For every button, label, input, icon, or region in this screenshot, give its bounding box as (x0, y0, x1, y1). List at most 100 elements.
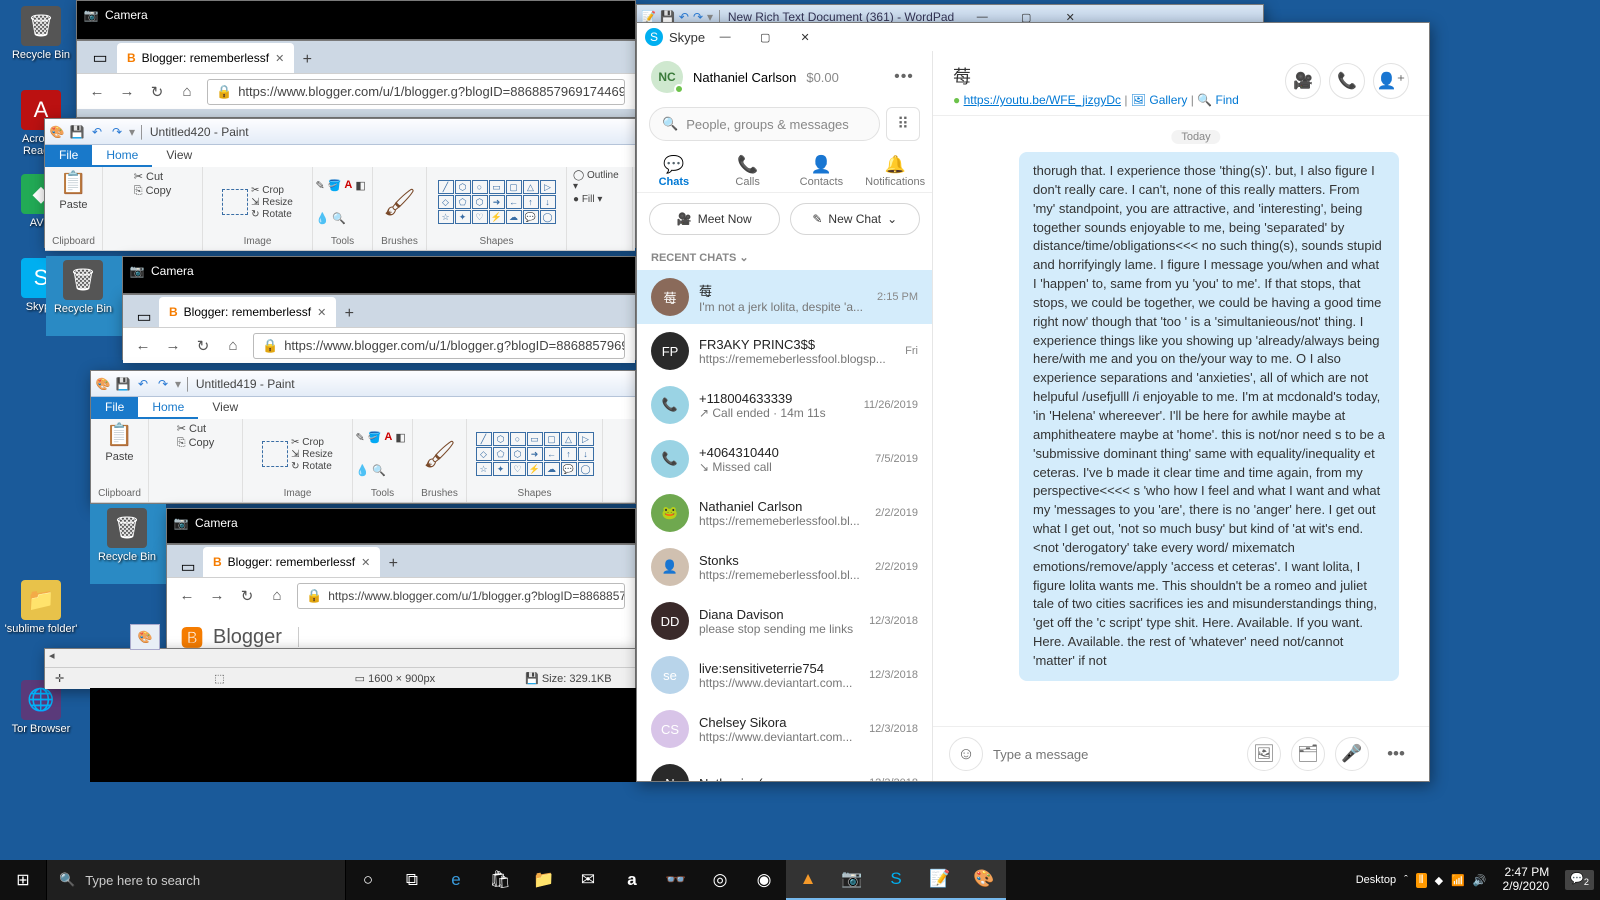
home-icon[interactable]: ⌂ (267, 586, 287, 606)
taskbar-clock[interactable]: 2:47 PM2/9/2020 (1494, 866, 1557, 894)
forward-icon[interactable]: → (163, 336, 183, 356)
recent-chats-header[interactable]: RECENT CHATS ⌄ (637, 245, 932, 270)
chat-item[interactable]: 📞 +4064310440 ↘ Missed call 7/5/2019 (637, 432, 932, 486)
taskbar-skype[interactable]: S (874, 860, 918, 900)
chat-item[interactable]: 莓 莓 I'm not a jerk lolita, despite 'a...… (637, 270, 932, 324)
taskbar-app1[interactable]: ◉ (742, 860, 786, 900)
volume-icon[interactable]: 🔊 (1473, 874, 1487, 887)
message-area[interactable]: Today thorugh that. I experience those '… (933, 116, 1429, 726)
video-call-button[interactable]: 🎥 (1285, 63, 1321, 99)
close-tab-icon[interactable]: ✕ (317, 306, 326, 319)
url-field[interactable]: 🔒https://www.blogger.com/u/1/blogger.g?b… (253, 333, 625, 359)
url-field[interactable]: 🔒https://www.blogger.com/u/1/blogger.g?b… (207, 79, 625, 105)
meet-now-button[interactable]: 🎥Meet Now (649, 203, 780, 235)
more-icon[interactable]: ••• (890, 67, 918, 87)
search-input[interactable]: 🔍People, groups & messages (649, 107, 880, 141)
desktop-icon-sublime-folder[interactable]: 📁'sublime folder' (4, 580, 78, 635)
taskbar-chrome[interactable]: ◎ (698, 860, 742, 900)
tray-chevron-icon[interactable]: ˆ (1404, 874, 1408, 886)
tray-app2-icon[interactable]: ◆ (1435, 874, 1443, 887)
tab-actions[interactable]: ▭ (173, 557, 203, 577)
camera-window-2[interactable]: 📷Camera (122, 256, 636, 294)
minimize-button[interactable]: ― (705, 23, 745, 51)
url-field[interactable]: 🔒https://www.blogger.com/u/1/blogger.g?b… (297, 583, 625, 609)
browser-tab[interactable]: BBlogger: rememberlessf✕ (203, 547, 380, 577)
back-icon[interactable]: ← (177, 586, 197, 606)
crop-button[interactable]: ✂ Crop (251, 185, 293, 196)
pencil-icon[interactable]: ✎ (316, 179, 325, 192)
taskbar-mail[interactable]: ✉ (566, 860, 610, 900)
taskbar-vlc[interactable]: ▲ (786, 860, 830, 900)
resize-button[interactable]: ⇲ Resize (251, 197, 293, 208)
cortana-button[interactable]: ○ (346, 860, 390, 900)
close-tab-icon[interactable]: ✕ (275, 52, 284, 65)
tab-chats[interactable]: 💬Chats (637, 155, 711, 188)
new-chat-button[interactable]: ✎New Chat⌄ (790, 203, 921, 235)
new-tab-button[interactable]: + (336, 301, 362, 327)
audio-call-button[interactable]: 📞 (1329, 63, 1365, 99)
picker-icon[interactable]: 💧 (316, 212, 330, 225)
paste-icon[interactable]: 📋 (106, 422, 133, 448)
back-icon[interactable]: ← (133, 336, 153, 356)
skype-profile[interactable]: NC Nathaniel Carlson $0.00 ••• (637, 51, 932, 103)
task-view-button[interactable]: ⧉ (390, 860, 434, 900)
taskbar-tripadvisor[interactable]: 👓 (654, 860, 698, 900)
chat-item[interactable]: se live:sensitiveterrie754 https://www.d… (637, 648, 932, 702)
taskbar-camera[interactable]: 📷 (830, 860, 874, 900)
paint-tab-home[interactable]: Home (92, 145, 152, 167)
message-bubble[interactable]: thorugh that. I experience those 'thing(… (1019, 152, 1399, 681)
gallery-link[interactable]: Gallery (1149, 93, 1187, 107)
select-icon[interactable] (222, 189, 248, 215)
taskbar-store[interactable]: 🛍 (478, 860, 522, 900)
cut-button[interactable]: ✂ Cut (134, 170, 163, 183)
chat-item[interactable]: 🐸 Nathaniel Carlson https://rememeberles… (637, 486, 932, 540)
taskbar-wordpad[interactable]: 📝 (918, 860, 962, 900)
tab-contacts[interactable]: 👤Contacts (785, 155, 859, 188)
back-icon[interactable]: ← (87, 82, 107, 102)
paint-tab-view[interactable]: View (152, 145, 206, 167)
copy-button[interactable]: ⎘ Copy (177, 437, 215, 450)
home-icon[interactable]: ⌂ (223, 336, 243, 356)
redo-icon[interactable]: ↷ (109, 124, 125, 140)
taskbar-edge[interactable]: e (434, 860, 478, 900)
resize-button[interactable]: ⇲ Resize (291, 449, 333, 460)
tab-actions[interactable]: ▭ (129, 307, 159, 327)
paint-window-2[interactable]: 🎨💾↶↷▾ │ Untitled419 - Paint FileHomeView… (90, 370, 636, 504)
forward-icon[interactable]: → (117, 82, 137, 102)
fill-icon[interactable]: 🪣 (328, 179, 342, 192)
chat-item[interactable]: DD Diana Davison please stop sending me … (637, 594, 932, 648)
new-tab-button[interactable]: + (294, 47, 320, 73)
edge-window-3[interactable]: ▭BBlogger: rememberlessf✕+ ←→↻⌂🔒https://… (166, 544, 636, 650)
show-desktop-label[interactable]: Desktop (1356, 874, 1396, 886)
save-icon[interactable]: 💾 (69, 124, 85, 140)
emoji-button[interactable]: ☺ (949, 737, 983, 771)
refresh-icon[interactable]: ↻ (237, 586, 257, 606)
paint-tab-view[interactable]: View (198, 397, 252, 419)
rotate-button[interactable]: ↻ Rotate (291, 461, 333, 472)
tray-app-icon[interactable]: ⦀ (1416, 873, 1427, 888)
more-button[interactable]: ••• (1379, 737, 1413, 771)
start-button[interactable]: ⊞ (0, 860, 46, 900)
browser-tab[interactable]: BBlogger: rememberlessf✕ (159, 297, 336, 327)
close-button[interactable]: ✕ (785, 23, 825, 51)
chat-item[interactable]: N Nathanie :( 12/3/2018 (637, 756, 932, 781)
eraser-icon[interactable]: ◧ (355, 179, 365, 192)
fill-button[interactable]: ● Fill ▾ (573, 194, 602, 205)
outline-button[interactable]: ◯ Outline ▾ (573, 170, 626, 192)
action-center-button[interactable]: 💬2 (1565, 870, 1594, 889)
paste-icon[interactable]: 📋 (60, 170, 87, 196)
shapes-gallery[interactable]: ╱⬡○▭▢△▷◇⬠⬡➜←↑↓☆✦♡⚡☁💬◯ (438, 180, 556, 224)
paint-tab-file[interactable]: File (91, 397, 138, 419)
select-icon[interactable] (262, 441, 288, 467)
tab-notifications[interactable]: 🔔Notifications (858, 155, 932, 188)
refresh-icon[interactable]: ↻ (193, 336, 213, 356)
home-icon[interactable]: ⌂ (177, 82, 197, 102)
camera-window-3[interactable]: 📷Camera (166, 508, 636, 544)
shapes-gallery[interactable]: ╱⬡○▭▢△▷◇⬠⬡➜←↑↓☆✦♡⚡☁💬◯ (476, 432, 594, 476)
undo-icon[interactable]: ↶ (89, 124, 105, 140)
tab-actions[interactable]: ▭ (83, 43, 117, 73)
refresh-icon[interactable]: ↻ (147, 82, 167, 102)
paint-tab-file[interactable]: File (45, 145, 92, 167)
taskbar-paint[interactable]: 🎨 (962, 860, 1006, 900)
tab-calls[interactable]: 📞Calls (711, 155, 785, 188)
